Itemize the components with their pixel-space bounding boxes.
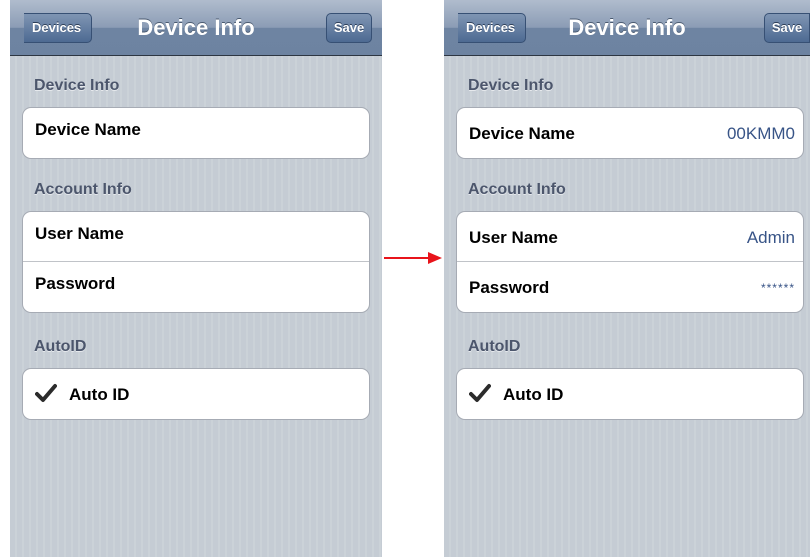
- device-name-value: 00KMM0: [726, 124, 795, 143]
- back-button-label: Devices: [466, 20, 516, 35]
- back-button-devices[interactable]: Devices: [458, 13, 527, 43]
- auto-id-row[interactable]: Auto ID: [23, 369, 369, 419]
- user-name-row[interactable]: User Name: [23, 212, 369, 262]
- section-header-account-info: Account Info: [34, 181, 132, 198]
- navigation-bar: Device Info Devices Save: [10, 0, 382, 56]
- password-row[interactable]: Password: [23, 262, 369, 312]
- auto-id-label: Auto ID: [503, 385, 564, 404]
- password-row[interactable]: Password ******: [457, 262, 803, 312]
- password-label: Password: [35, 274, 116, 293]
- auto-id-row[interactable]: Auto ID: [457, 369, 803, 419]
- account-info-group: User Name Password: [22, 211, 370, 313]
- save-button[interactable]: Save: [764, 13, 810, 43]
- section-header-device-info: Device Info: [34, 77, 120, 94]
- device-info-screen-before: Device Info Devices Save Device Info Dev…: [10, 0, 382, 557]
- autoid-group: Auto ID: [22, 368, 370, 420]
- save-button[interactable]: Save: [326, 13, 372, 43]
- autoid-group: Auto ID: [456, 368, 804, 420]
- device-name-row[interactable]: Device Name 00KMM0: [457, 108, 803, 158]
- account-info-group: User Name Admin Password ******: [456, 211, 804, 313]
- device-name-row[interactable]: Device Name: [23, 108, 369, 158]
- section-header-autoid: AutoID: [468, 338, 521, 355]
- device-name-label: Device Name: [469, 124, 575, 143]
- user-name-value: Admin: [746, 228, 795, 247]
- check-icon: [35, 384, 57, 402]
- section-header-device-info: Device Info: [468, 77, 554, 94]
- arrow-right-icon: [384, 252, 442, 264]
- password-label: Password: [469, 278, 550, 297]
- back-button-devices[interactable]: Devices: [24, 13, 93, 43]
- check-icon: [469, 384, 491, 402]
- device-info-group: Device Name: [22, 107, 370, 159]
- user-name-label: User Name: [469, 228, 558, 247]
- password-value: ******: [760, 281, 795, 295]
- user-name-label: User Name: [35, 224, 124, 243]
- device-info-group: Device Name 00KMM0: [456, 107, 804, 159]
- device-info-screen-after: Device Info Devices Save Device Info Dev…: [444, 0, 810, 557]
- user-name-row[interactable]: User Name Admin: [457, 212, 803, 262]
- auto-id-label: Auto ID: [69, 385, 130, 404]
- device-name-label: Device Name: [35, 120, 141, 139]
- navigation-bar: Device Info Devices Save: [444, 0, 810, 56]
- back-button-label: Devices: [32, 20, 82, 35]
- section-header-account-info: Account Info: [468, 181, 566, 198]
- section-header-autoid: AutoID: [34, 338, 87, 355]
